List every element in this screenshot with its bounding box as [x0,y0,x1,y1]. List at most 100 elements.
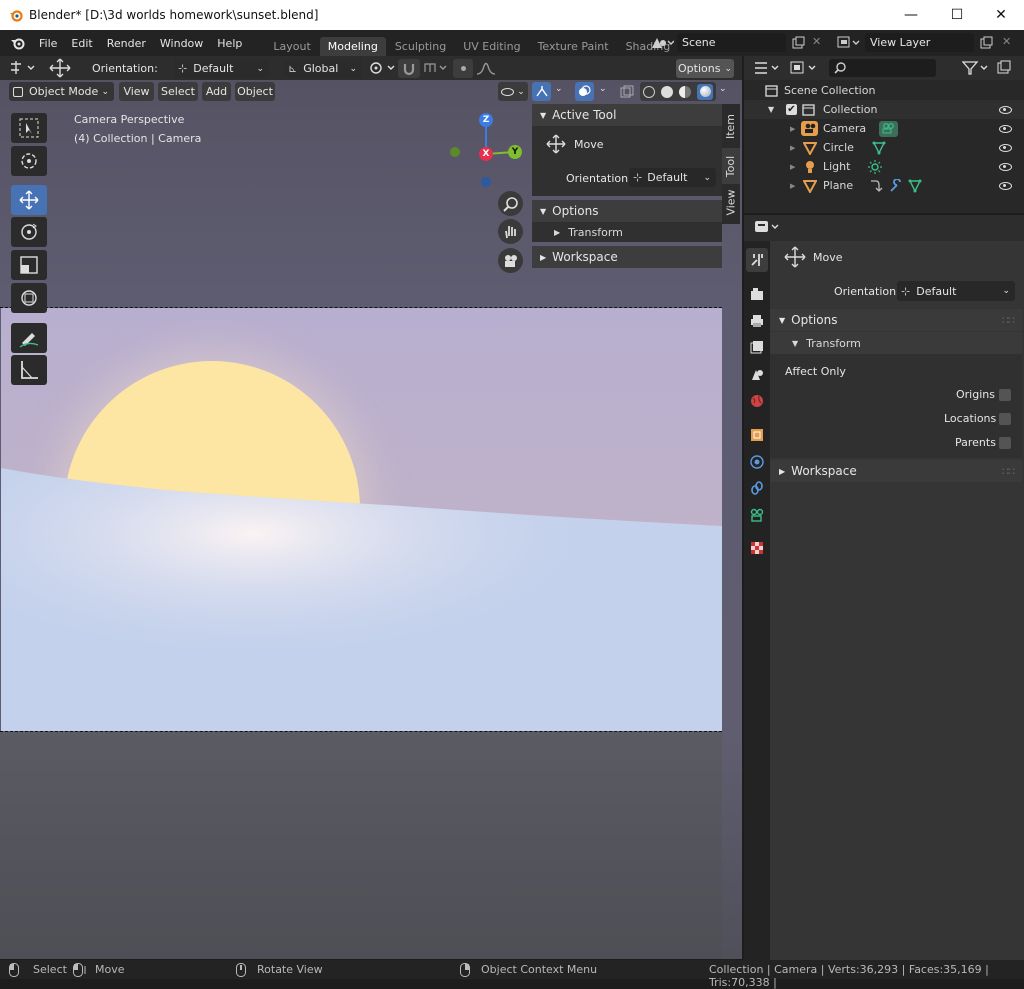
eye-visibility-icon[interactable] [999,105,1012,114]
properties-orientation-dropdown[interactable]: ⊹ Default ⌄ [897,281,1015,301]
sidebar-orientation-dropdown[interactable]: ⊹ Default ⌄ [629,168,716,187]
drag-handle-icon[interactable]: ∷∷ [1002,314,1015,327]
outliner-item-circle[interactable]: ▶ Circle [744,138,1024,157]
tab-item[interactable]: Item [722,108,740,144]
object-properties-tab[interactable] [747,425,767,445]
cursor-tool[interactable] [11,146,47,176]
tab-view[interactable]: View [722,184,740,220]
scale-tool[interactable] [11,250,47,280]
outliner-search-input[interactable] [829,59,936,77]
shading-chevron-icon[interactable]: ⌄ [719,84,727,94]
object-mode-dropdown[interactable]: Object Mode ⌄ [9,82,114,101]
annotate-tool[interactable] [11,323,47,353]
view-layer-properties-tab[interactable] [747,337,767,357]
transform-tool[interactable] [11,283,47,313]
filter-icon[interactable] [962,60,990,76]
drag-handle-icon[interactable]: ∷∷ [1002,465,1015,478]
scene-icon[interactable] [650,36,674,50]
physics-properties-tab[interactable] [747,452,767,472]
orientation-dropdown[interactable]: ⊹ Default ⌄ [174,59,269,78]
gizmo-toggle[interactable] [532,82,551,101]
constraint-icon[interactable] [870,179,884,193]
tab-texture-paint[interactable]: Texture Paint [530,37,617,56]
eye-visibility-icon[interactable] [999,124,1012,133]
tab-sculpting[interactable]: Sculpting [387,37,454,56]
light-data-icon[interactable] [868,159,882,174]
constraints-properties-tab[interactable] [747,478,767,498]
overlays-toggle[interactable] [575,82,594,101]
origins-checkbox[interactable] [999,389,1011,401]
overlays-chevron-icon[interactable]: ⌄ [599,84,607,94]
pivot-point-icon[interactable] [368,60,398,76]
properties-transform-header[interactable]: ▼ Transform [770,332,1022,354]
3d-viewport[interactable]: Orientation: ⊹ Default ⌄ ⊾ Global ⌄ Options ⌄… [0,56,742,959]
camera-data-icon[interactable] [879,120,898,137]
world-properties-tab[interactable] [747,391,767,411]
mesh-data-icon[interactable] [908,179,922,193]
sidebar-options-header[interactable]: ▼ Options [532,200,722,222]
menu-render[interactable]: Render [100,37,153,50]
parents-checkbox[interactable] [999,437,1011,449]
close-button[interactable]: ✕ [978,0,1024,30]
outliner-item-plane[interactable]: ▶ Plane [744,176,1024,195]
expand-arrow-icon[interactable]: ▼ [768,105,774,114]
eye-visibility-icon[interactable] [999,162,1012,171]
texture-properties-tab[interactable] [747,538,767,558]
active-tool-panel-header[interactable]: ▼ Active Tool [532,104,722,126]
falloff-icon[interactable] [476,60,502,76]
scene-properties-tab[interactable] [747,364,767,384]
outliner-editor-type-icon[interactable] [753,60,781,76]
transform-pivot-icon[interactable] [9,60,37,76]
remove-scene-icon[interactable]: ✕ [812,35,821,48]
maximize-button[interactable]: ☐ [934,0,980,30]
xray-icon[interactable] [620,85,634,99]
render-properties-tab[interactable] [747,284,767,304]
snap-target-icon[interactable] [423,60,451,76]
eye-visibility-icon[interactable] [999,143,1012,152]
expand-arrow-icon[interactable]: ▶ [790,182,795,190]
shading-mode-group[interactable] [640,82,716,101]
properties-options-header[interactable]: ▼ Options ∷∷ [770,309,1022,331]
tab-uv-editing[interactable]: UV Editing [455,37,528,56]
tab-tool[interactable]: Tool [722,148,740,184]
menu-edit[interactable]: Edit [64,37,99,50]
transform-space-dropdown[interactable]: ⊾ Global ⌄ [284,59,362,78]
outliner-item-light[interactable]: ▶ Light [744,157,1024,176]
material-preview-icon[interactable] [679,85,691,98]
pan-button[interactable] [498,219,523,244]
modifier-wrench-icon[interactable] [889,178,903,193]
eye-visibility-icon[interactable] [999,181,1012,190]
rotate-tool[interactable] [11,217,47,247]
options-dropdown[interactable]: Options ⌄ [676,59,734,78]
scene-name-field[interactable]: Scene [677,33,786,52]
object-data-properties-tab[interactable] [747,505,767,525]
camera-view-button[interactable] [498,248,523,273]
outliner-item-camera[interactable]: ▶ Camera [744,119,1024,138]
menu-help[interactable]: Help [210,37,249,50]
expand-arrow-icon[interactable]: ▶ [790,125,795,133]
menu-file[interactable]: File [32,37,64,50]
collection-checkbox[interactable]: ✔ [786,104,797,115]
copy-scene-icon[interactable] [792,36,805,49]
tool-properties-tab[interactable] [746,248,768,272]
gizmo-z-axis[interactable]: Z [479,113,493,127]
add-menu[interactable]: Add [202,82,231,101]
solid-shading-icon[interactable] [661,85,673,98]
gizmo-chevron-icon[interactable]: ⌄ [555,84,563,94]
gizmo-x-axis[interactable]: X [479,147,493,161]
measure-tool[interactable] [11,355,47,385]
menu-window[interactable]: Window [153,37,210,50]
minimize-button[interactable]: — [888,0,934,30]
wireframe-shading-icon[interactable] [643,85,655,98]
visibility-dropdown[interactable]: ⌄ [498,82,528,101]
tab-layout[interactable]: Layout [265,37,318,56]
move-tool[interactable] [11,185,47,215]
remove-view-layer-icon[interactable]: ✕ [1002,35,1011,48]
outliner-collection-row[interactable]: ▼ ✔ Collection [744,100,1024,119]
copy-view-layer-icon[interactable] [980,36,993,49]
zoom-button[interactable] [498,191,523,216]
output-properties-tab[interactable] [747,311,767,331]
display-mode-icon[interactable] [790,60,818,76]
tab-modeling[interactable]: Modeling [319,37,386,56]
proportional-edit-toggle[interactable] [453,59,473,78]
